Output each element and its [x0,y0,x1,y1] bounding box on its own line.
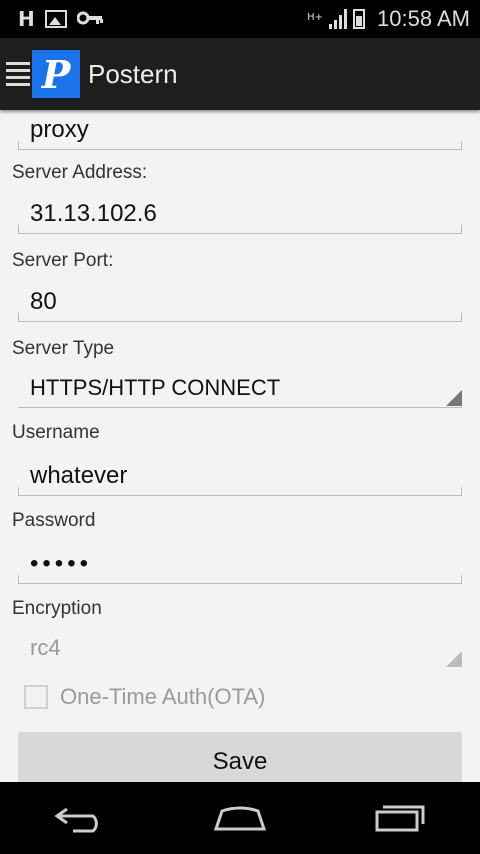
proxy-form: proxy Server Address: 31.13.102.6 Server… [0,110,480,782]
recent-apps-icon[interactable] [365,793,435,843]
encryption-dropdown[interactable]: rc4 [18,628,462,668]
status-bar: H H+ 10:58 AM [0,0,480,38]
username-label: Username [12,422,100,443]
ota-label: One-Time Auth(OTA) [60,684,266,709]
action-bar: P Postern [0,38,480,110]
key-icon [76,9,103,30]
server-address-label: Server Address: [12,162,148,183]
ota-checkbox[interactable] [24,685,48,709]
password-label: Password [12,510,96,531]
encryption-value: rc4 [30,635,61,660]
app-title: Postern [88,58,178,89]
proxy-name-field[interactable]: proxy [18,110,462,150]
status-time: 10:58 AM [377,6,470,31]
dropdown-arrow-icon [446,390,462,406]
ota-row[interactable]: One-Time Auth(OTA) [24,684,265,710]
navigation-bar [0,782,480,854]
image-icon [44,10,67,28]
home-icon[interactable] [205,793,275,843]
password-field[interactable]: ••••• [18,544,462,584]
username-field[interactable]: whatever [18,456,462,496]
server-type-label: Server Type [12,338,115,359]
back-icon[interactable] [45,793,115,843]
battery-icon [353,9,366,29]
server-type-dropdown[interactable]: HTTPS/HTTP CONNECT [18,368,462,408]
signal-icon [329,9,348,29]
network-type: H+ [307,12,324,23]
server-address-field[interactable]: 31.13.102.6 [18,194,462,234]
server-port-field[interactable]: 80 [18,282,462,322]
save-button[interactable]: Save [18,732,462,782]
server-port-label: Server Port: [12,250,114,271]
dropdown-arrow-icon [446,651,462,667]
encryption-label: Encryption [12,598,102,619]
server-type-value: HTTPS/HTTP CONNECT [30,374,281,400]
app-logo[interactable]: P [32,50,80,98]
status-indicator-h: H [18,7,35,31]
menu-icon[interactable] [6,62,30,86]
app-logo-letter: P [41,51,71,97]
